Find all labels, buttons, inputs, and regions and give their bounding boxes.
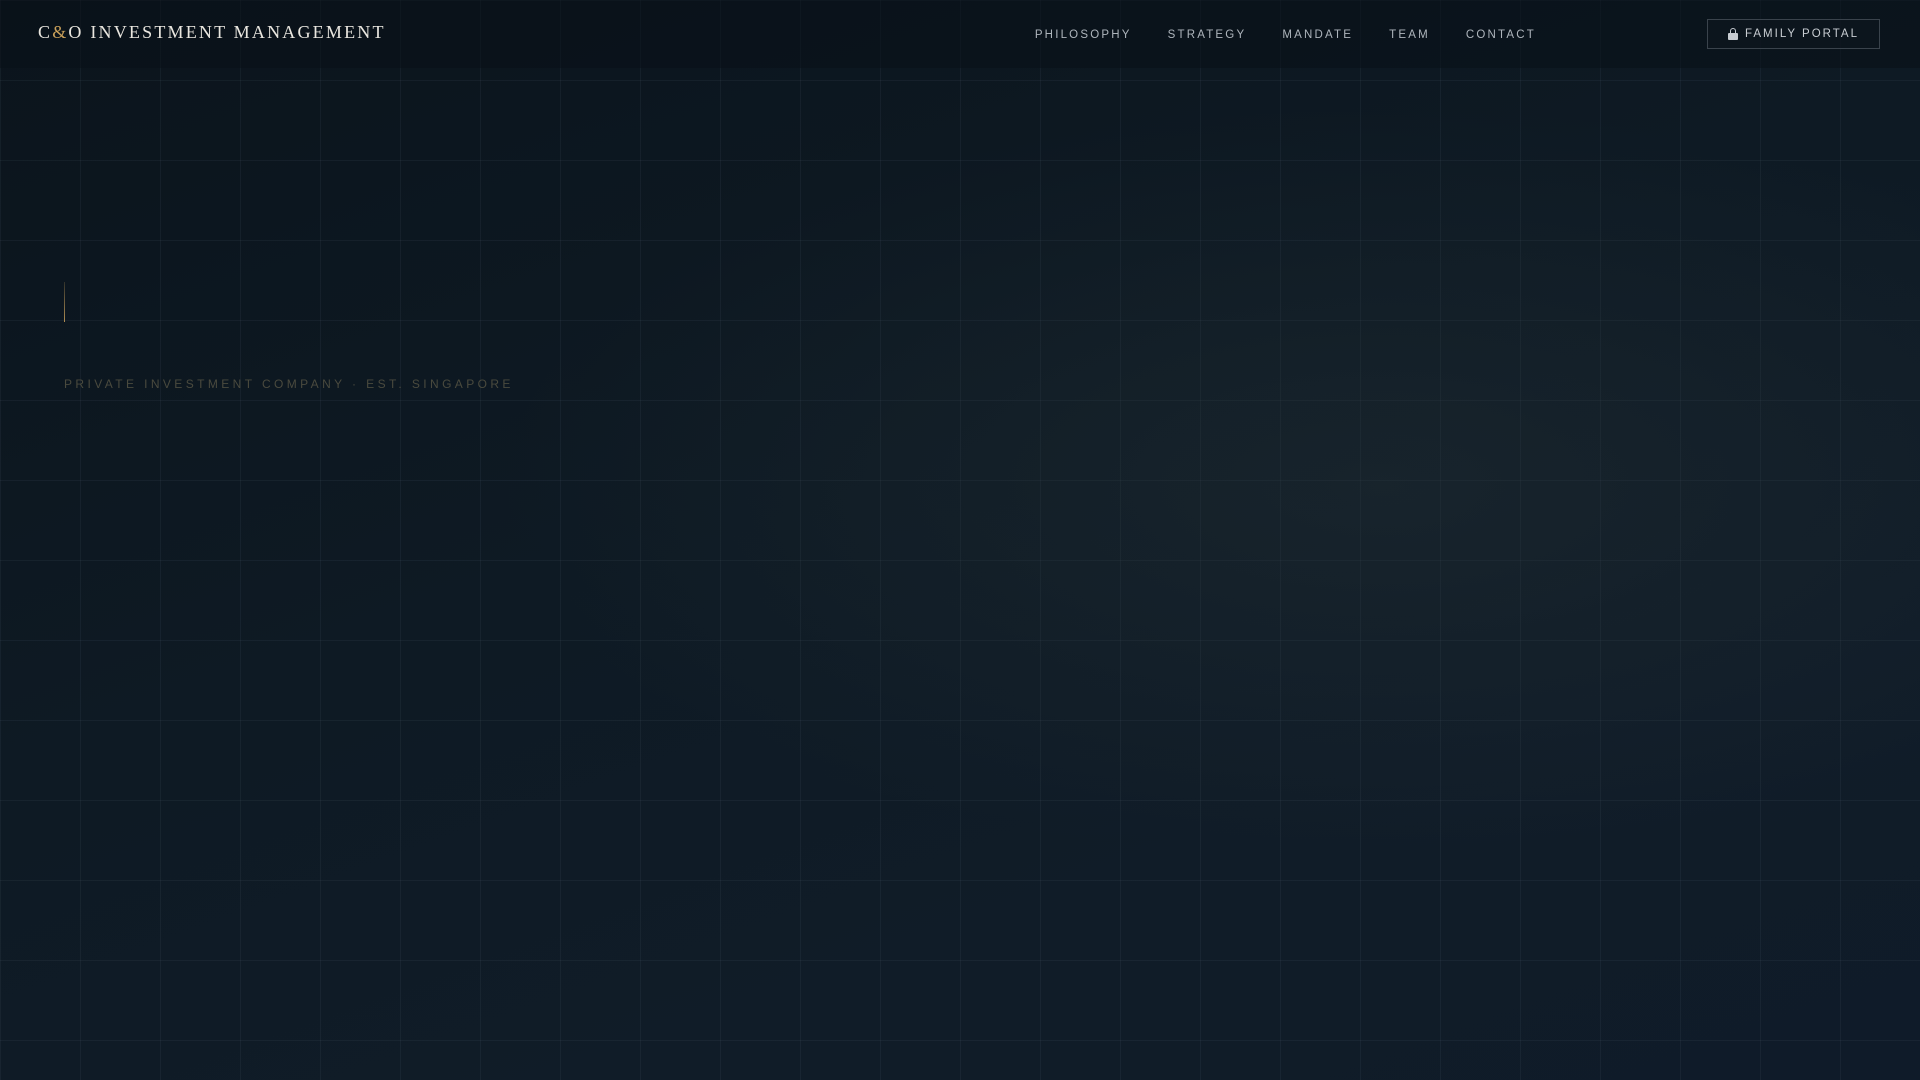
brand-suffix: O INVESTMENT MANAGEMENT	[68, 22, 386, 42]
background-glow	[0, 0, 1920, 1080]
nav-item-strategy[interactable]: STRATEGY	[1168, 29, 1247, 41]
hero-tagline: PRIVATE INVESTMENT COMPANY · EST. SINGAP…	[64, 377, 514, 391]
nav-item-contact[interactable]: CONTACT	[1466, 29, 1536, 41]
site-header: C&O INVESTMENT MANAGEMENT PHILOSOPHY STR…	[0, 0, 1920, 68]
hero-accent-line	[64, 282, 65, 322]
brand-logo[interactable]: C&O INVESTMENT MANAGEMENT	[38, 22, 386, 43]
family-portal-button[interactable]: FAMILY PORTAL	[1707, 19, 1880, 49]
lock-icon	[1728, 28, 1738, 40]
background-grid	[0, 0, 1920, 1080]
nav-item-mandate[interactable]: MANDATE	[1282, 29, 1353, 41]
nav-item-team[interactable]: TEAM	[1389, 29, 1430, 41]
main-nav: PHILOSOPHY STRATEGY MANDATE TEAM CONTACT	[999, 29, 1536, 41]
brand-ampersand: &	[52, 22, 69, 42]
family-portal-label: FAMILY PORTAL	[1745, 28, 1859, 40]
brand-prefix: C	[38, 22, 53, 42]
nav-item-philosophy[interactable]: PHILOSOPHY	[1035, 29, 1132, 41]
